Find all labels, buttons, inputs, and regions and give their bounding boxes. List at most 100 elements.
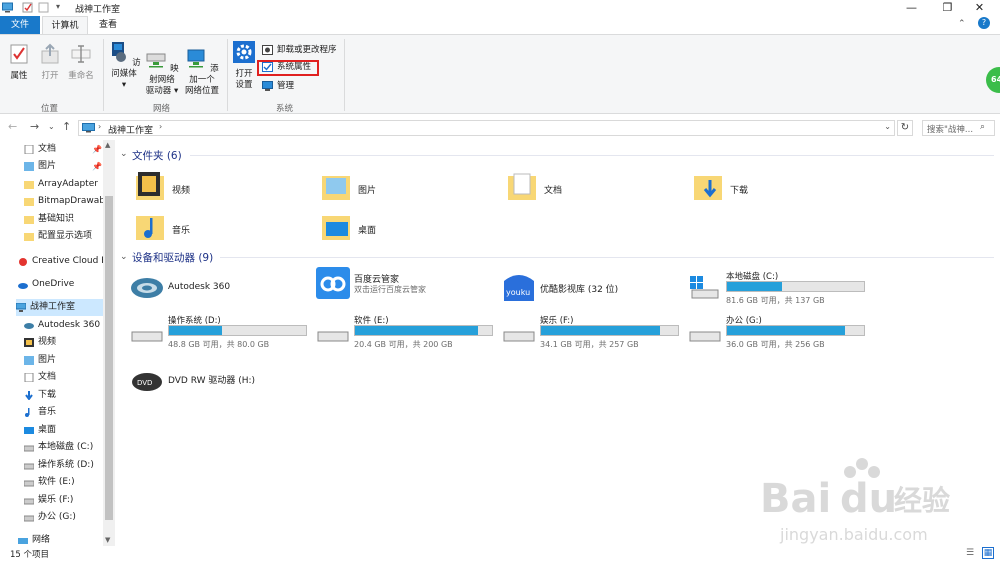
tab-computer[interactable]: 计算机 (42, 16, 88, 34)
autodesk-360-icon (131, 278, 163, 298)
drive-item-c[interactable]: 本地磁盘 (C:) 81.6 GB 可用，共 137 GB (688, 270, 868, 306)
breadcrumb-chevron-icon[interactable]: › (159, 122, 162, 131)
collapse-chevron-icon[interactable]: ⌄ (120, 149, 128, 159)
collapse-chevron-icon[interactable]: ⌄ (120, 252, 128, 262)
device-item-youku[interactable]: youku 优酷影视库 (32 位) (502, 271, 672, 305)
drive-item-f[interactable]: 娱乐 (F:) 34.1 GB 可用，共 257 GB (502, 314, 682, 350)
address-input[interactable]: › 战神工作室 › ⌄ (78, 120, 895, 136)
svg-text:DVD: DVD (137, 379, 152, 387)
drive-icon (24, 498, 34, 505)
folder-item-videos[interactable]: 视频 (136, 170, 296, 210)
uninstall-program-button[interactable]: 卸载或更改程序 (262, 43, 337, 57)
scroll-up-icon[interactable]: ▲ (105, 141, 110, 149)
sidebar-item-music[interactable]: 音乐 (24, 404, 104, 421)
tab-view[interactable]: 查看 (90, 16, 126, 34)
sidebar-item-documents[interactable]: 文档 (24, 369, 104, 386)
drive-usage-fill (169, 326, 223, 335)
maximize-button[interactable]: ❐ (931, 0, 964, 16)
sidebar-item-drive-e[interactable]: 软件 (E:) (24, 474, 104, 491)
sidebar-item-videos[interactable]: 视频 (24, 334, 104, 351)
new-folder-quick-icon[interactable] (38, 2, 49, 13)
music-folder-icon (136, 216, 164, 240)
access-media-button[interactable]: 访问媒体 ▾ (105, 41, 143, 91)
drive-icon (24, 480, 34, 487)
scroll-down-icon[interactable]: ▼ (105, 536, 110, 544)
title-bar: ▾ 战神工作室 — ❐ ✕ (0, 0, 1000, 16)
sidebar-item-this-pc[interactable]: 战神工作室 (16, 299, 103, 316)
open-settings-button[interactable]: 打开 设置 (230, 41, 258, 91)
tab-file[interactable]: 文件 (0, 16, 40, 34)
large-icons-view-icon[interactable]: ▦ (982, 547, 994, 559)
breadcrumb-path[interactable]: 战神工作室 (108, 123, 153, 136)
address-dropdown-icon[interactable]: ⌄ (884, 122, 891, 131)
sidebar-item-drive-c[interactable]: 本地磁盘 (C:) (24, 439, 104, 456)
up-icon[interactable]: ↑ (62, 120, 71, 133)
pin-icon[interactable]: 📌 (92, 145, 102, 154)
device-item-autodesk[interactable]: Autodesk 360 (130, 271, 300, 305)
sidebar-item-drive-g[interactable]: 办公 (G:) (24, 509, 104, 526)
network-icon (18, 538, 28, 544)
device-item-dvd[interactable]: DVD DVD RW 驱动器 (H:) (130, 362, 310, 396)
minimize-button[interactable]: — (895, 0, 928, 16)
drive-usage-bar (726, 325, 865, 336)
open-button[interactable]: 打开 (36, 43, 64, 82)
devices-header[interactable]: 设备和驱动器 (9) (132, 250, 213, 265)
sidebar-item-folder[interactable]: 基础知识 (24, 211, 104, 228)
autodesk-icon (24, 323, 34, 329)
address-bar: ← → ⌄ ↑ › 战神工作室 › ⌄ ↻ 搜索"战神... ⌕ (0, 116, 1000, 140)
folder-icon (24, 198, 34, 206)
network-group-label: 网络 (153, 104, 171, 114)
folders-header[interactable]: 文件夹 (6) (132, 148, 182, 163)
sidebar-item-folder[interactable]: 配置显示选项 (24, 228, 104, 245)
recent-locations-icon[interactable]: ⌄ (48, 122, 55, 131)
drive-icon (503, 331, 535, 342)
pin-icon[interactable]: 📌 (92, 162, 102, 171)
sidebar-item-creative-cloud[interactable]: Creative Cloud F (18, 253, 104, 270)
sidebar-item-desktop[interactable]: 桌面 (24, 422, 104, 439)
add-network-location-button[interactable]: 添加一个 网络位置 (182, 47, 222, 97)
refresh-button[interactable]: ↻ (897, 120, 913, 136)
forward-icon[interactable]: → (30, 120, 39, 133)
map-network-drive-button[interactable]: 映射网络 驱动器 ▾ (142, 47, 182, 97)
folder-item-desktop[interactable]: 桌面 (322, 210, 482, 250)
baidu-jingyan-watermark: Bai du 经验 jingyan.baidu.com (760, 458, 950, 544)
collapse-ribbon-icon[interactable]: ⌃ (958, 19, 966, 29)
desktop-folder-icon (322, 216, 350, 240)
drive-item-d[interactable]: 操作系统 (D:) 48.8 GB 可用，共 80.0 GB (130, 314, 310, 350)
desktop-icon (24, 427, 34, 434)
sidebar-item-autodesk[interactable]: Autodesk 360 (24, 317, 104, 334)
details-view-icon[interactable]: ☰ (966, 548, 974, 558)
folder-item-music[interactable]: 音乐 (136, 210, 296, 250)
device-item-baidu-cloud[interactable]: 百度云管家 双击运行百度云管家 (316, 267, 486, 301)
rename-button[interactable]: 重命名 (66, 43, 96, 82)
videos-icon (24, 338, 34, 347)
scrollbar-thumb[interactable] (105, 196, 113, 520)
sidebar-item-folder[interactable]: BitmapDrawab (24, 193, 104, 210)
folder-item-documents[interactable]: 文档 (508, 170, 668, 210)
drive-item-g[interactable]: 办公 (G:) 36.0 GB 可用，共 256 GB (688, 314, 868, 350)
customize-quick-access-icon[interactable]: ▾ (56, 2, 67, 13)
open-settings-label-1: 打开 (235, 69, 253, 79)
close-button[interactable]: ✕ (963, 0, 996, 16)
properties-label: 属性 (10, 71, 28, 81)
manage-button[interactable]: 管理 (262, 79, 294, 93)
sidebar-item-pictures[interactable]: 图片 (24, 352, 104, 369)
properties-button[interactable]: 属性 (6, 43, 32, 82)
folder-icon (24, 233, 34, 241)
drive-usage-bar (354, 325, 493, 336)
watermark-brand-2: du (840, 476, 897, 522)
drive-icon (689, 331, 721, 342)
sidebar-item-onedrive[interactable]: OneDrive (18, 276, 98, 293)
sidebar-item-drive-d[interactable]: 操作系统 (D:) (24, 457, 104, 474)
help-icon[interactable]: ? (978, 17, 990, 29)
sidebar-item-drive-f[interactable]: 娱乐 (F:) (24, 492, 104, 509)
sidebar-item-downloads[interactable]: 下载 (24, 387, 104, 404)
properties-quick-icon[interactable] (22, 2, 33, 13)
manage-icon (262, 81, 273, 91)
folder-item-pictures[interactable]: 图片 (322, 170, 482, 210)
drive-item-e[interactable]: 软件 (E:) 20.4 GB 可用，共 200 GB (316, 314, 496, 350)
sidebar-item-folder[interactable]: ArrayAdapter (24, 176, 104, 193)
back-icon[interactable]: ← (8, 120, 17, 133)
folder-item-downloads[interactable]: 下载 (694, 170, 854, 210)
watermark-brand: Bai (760, 476, 831, 522)
